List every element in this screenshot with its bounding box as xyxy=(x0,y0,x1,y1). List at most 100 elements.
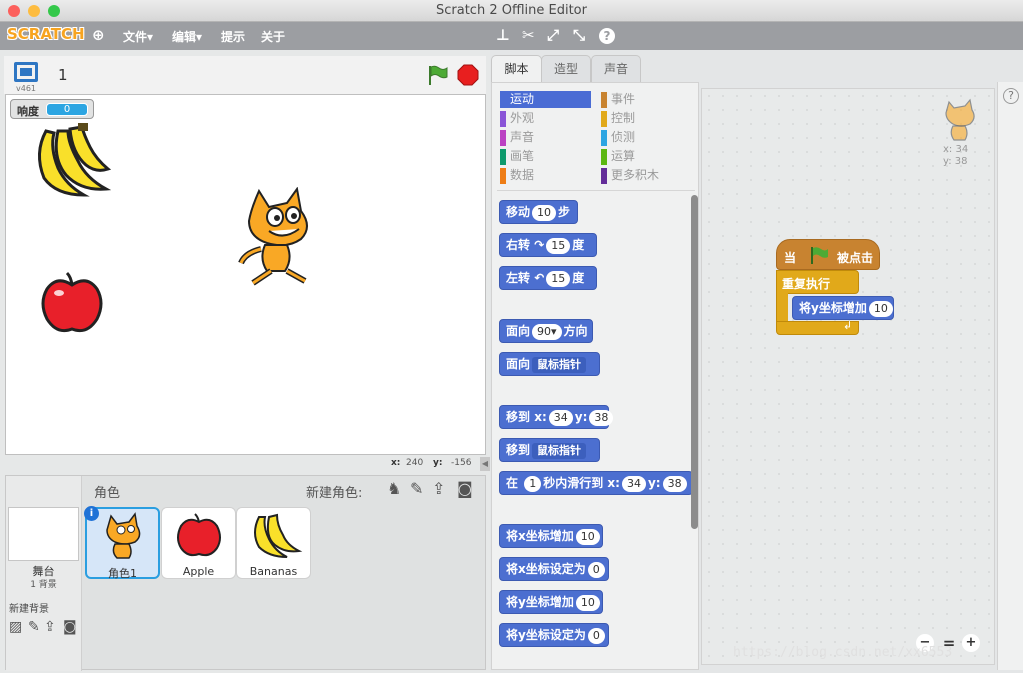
sprite-name: 角色1 xyxy=(108,567,137,580)
help-icon[interactable]: ? xyxy=(599,28,615,44)
stage-canvas[interactable]: 响度 0 xyxy=(5,94,486,455)
category-operators[interactable]: 运算 xyxy=(601,148,692,165)
block-goto-xy[interactable]: 移到 x: 34 y: 38 xyxy=(499,405,614,429)
presentation-mode-icon[interactable] xyxy=(14,62,38,82)
window-title: Scratch 2 Offline Editor xyxy=(436,3,587,18)
backdrop-count: 1 背景 xyxy=(30,580,57,590)
camera-sprite-icon[interactable]: ◙ xyxy=(457,479,473,498)
block-set-y[interactable]: 将y坐标设定为 0 xyxy=(499,623,609,647)
category-data[interactable]: 数据 xyxy=(500,167,591,184)
scratch-logo[interactable]: SCRATCH xyxy=(7,25,85,43)
sprite-thumb-cat[interactable]: i 角色1 xyxy=(84,506,160,580)
apple-thumbnail-icon xyxy=(177,513,221,557)
backdrop-library-icon[interactable]: ▨ xyxy=(9,619,22,635)
stop-icon[interactable] xyxy=(457,64,479,86)
cat-thumbnail-icon xyxy=(106,512,141,559)
sprite-x-readout: x: 34 xyxy=(943,144,969,155)
menu-edit[interactable]: 编辑▾ xyxy=(172,28,202,45)
minimize-window-button[interactable] xyxy=(28,5,40,17)
green-flag-icon[interactable] xyxy=(426,64,448,86)
sprite-count: 1 xyxy=(58,66,68,84)
zoom-in-icon[interactable]: + xyxy=(962,634,980,652)
collapse-stage-icon[interactable]: ◀ xyxy=(480,457,490,471)
block-point-towards[interactable]: 面向 鼠标指针 xyxy=(499,352,600,376)
monitor-value: 0 xyxy=(46,103,88,116)
paint-backdrop-icon[interactable]: ✎ xyxy=(28,619,40,635)
bananas-sprite[interactable] xyxy=(26,123,111,203)
forever-block-end: ↲ xyxy=(776,319,859,335)
info-icon[interactable]: i xyxy=(84,506,99,521)
menu-tips[interactable]: 提示 xyxy=(221,28,245,45)
block-palette: 运动 外观 声音 画笔 数据 事件 控制 侦测 运算 更多积木 移动 10 步 右转… xyxy=(491,82,699,670)
new-backdrop-label: 新建背景 xyxy=(9,604,49,615)
category-pen[interactable]: 画笔 xyxy=(500,148,591,165)
mouse-y-value: -156 xyxy=(451,458,472,468)
apple-sprite[interactable] xyxy=(39,271,105,337)
category-events[interactable]: 事件 xyxy=(601,91,692,108)
grow-tool-icon[interactable]: ⤢ xyxy=(547,26,559,44)
block-turn-right[interactable]: 右转 ↷ 15 度 xyxy=(499,233,597,257)
window-titlebar: Scratch 2 Offline Editor xyxy=(0,0,1023,22)
palette-scrollbar[interactable] xyxy=(691,195,698,529)
block-change-x[interactable]: 将x坐标增加 10 xyxy=(499,524,603,548)
new-sprite-label: 新建角色: xyxy=(306,486,363,501)
mouse-x-label: x: xyxy=(391,458,401,468)
current-sprite-icon xyxy=(945,98,975,141)
block-point-direction[interactable]: 面向 90▾ 方向 xyxy=(499,319,593,343)
camera-backdrop-icon[interactable]: ◙ xyxy=(63,619,77,635)
duplicate-tool-icon[interactable]: ⊥ xyxy=(496,26,510,44)
upload-sprite-icon[interactable]: ⇪ xyxy=(432,479,445,498)
sprite-thumb-apple[interactable]: Apple xyxy=(161,507,236,579)
menu-file[interactable]: 文件▾ xyxy=(123,28,153,45)
mouse-x-value: 240 xyxy=(406,458,424,468)
cat-sprite[interactable] xyxy=(231,187,321,287)
version-label: v461 xyxy=(16,84,37,93)
sprite-y-readout: y: 38 xyxy=(943,156,968,167)
block-goto[interactable]: 移到 鼠标指针 xyxy=(499,438,600,462)
delete-tool-icon[interactable]: ✂ xyxy=(522,26,535,44)
category-sound[interactable]: 声音 xyxy=(500,129,591,146)
block-turn-left[interactable]: 左转 ↶ 15 度 xyxy=(499,266,597,290)
upload-backdrop-icon[interactable]: ⇪ xyxy=(44,619,56,635)
close-window-button[interactable] xyxy=(8,5,20,17)
rotate-right-icon: ↷ xyxy=(534,238,545,252)
mouse-y-label: y: xyxy=(433,458,443,468)
help-tips-icon[interactable]: ? xyxy=(1003,88,1019,104)
sprites-panel: 角色 新建角色: ♞ ✎ ⇪ ◙ 舞台 1 背景 新建背景 ▨ ✎ ⇪ ◙ i … xyxy=(5,475,486,671)
sprite-library-icon[interactable]: ♞ xyxy=(387,479,401,498)
block-move-steps[interactable]: 移动 10 步 xyxy=(499,200,578,224)
category-looks[interactable]: 外观 xyxy=(500,110,591,127)
block-set-x[interactable]: 将x坐标设定为 0 xyxy=(499,557,609,581)
tab-scripts[interactable]: 脚本 xyxy=(491,55,542,83)
tab-sounds[interactable]: 声音 xyxy=(591,55,641,83)
menu-about[interactable]: 关于 xyxy=(261,28,285,45)
forever-block-arm xyxy=(776,293,788,323)
help-strip: ? xyxy=(997,82,1023,670)
sprite-name: Bananas xyxy=(249,565,298,578)
shrink-tool-icon[interactable]: ⤡ xyxy=(573,26,585,44)
loudness-monitor[interactable]: 响度 0 xyxy=(10,99,94,119)
block-change-y[interactable]: 将y坐标增加 10 xyxy=(499,590,603,614)
sprite-thumb-bananas[interactable]: Bananas xyxy=(236,507,311,579)
watermark: https://blog.csdn.net/xx6553 xyxy=(733,645,953,660)
zoom-window-button[interactable] xyxy=(48,5,60,17)
paint-sprite-icon[interactable]: ✎ xyxy=(410,479,423,498)
sprites-title: 角色 xyxy=(94,486,121,501)
category-motion[interactable]: 运动 xyxy=(500,91,591,108)
when-flag-clicked-block[interactable]: 当 被点击 xyxy=(776,239,880,270)
rotate-left-icon: ↶ xyxy=(534,271,545,285)
script-block-change-y[interactable]: 将y坐标增加 10 xyxy=(792,296,894,320)
block-glide[interactable]: 在 1 秒内滑行到 x: 34 y: 38 xyxy=(499,471,693,495)
menubar: SCRATCH ⊕ 文件▾ 编辑▾ 提示 关于 ⊥ ✂ ⤢ ⤡ ? xyxy=(0,22,1023,50)
script-area[interactable]: x: 34 y: 38 当 被点击 重复执行 ↲ 将y坐标增加 10 − = + xyxy=(701,88,995,665)
palette-divider xyxy=(497,190,695,191)
category-sensing[interactable]: 侦测 xyxy=(601,129,692,146)
category-more-blocks[interactable]: 更多积木 xyxy=(601,167,692,184)
globe-icon[interactable]: ⊕ xyxy=(92,26,105,44)
green-flag-icon xyxy=(811,247,828,264)
stage-thumbnail[interactable] xyxy=(8,507,79,561)
sprite-name: Apple xyxy=(182,565,215,578)
tab-costumes[interactable]: 造型 xyxy=(541,55,591,83)
category-control[interactable]: 控制 xyxy=(601,110,692,127)
forever-block[interactable]: 重复执行 xyxy=(776,270,859,294)
